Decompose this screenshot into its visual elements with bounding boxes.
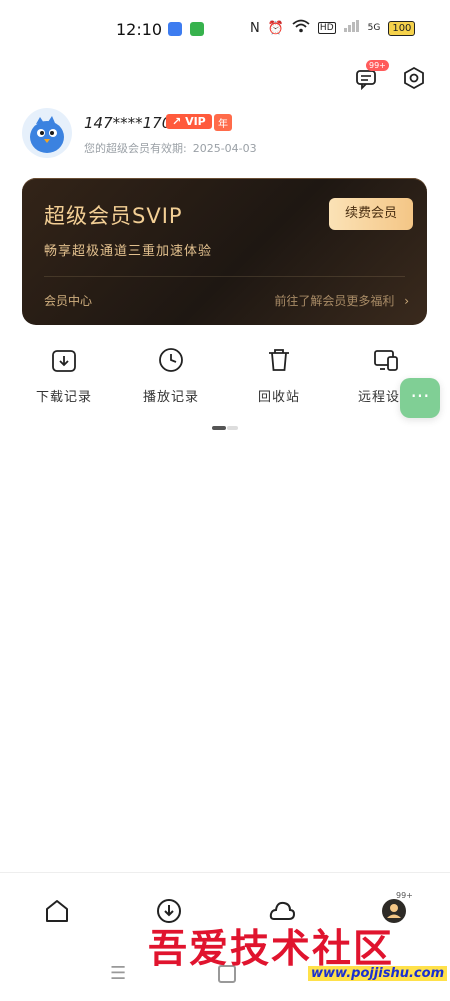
system-icons: N ⏰ HD 5G 100 [250,19,416,37]
quick-actions: 下载记录 播放记录 回收站 远程设备 [0,346,450,406]
vip-card-title: 超级会员SVIP [44,204,183,228]
page-dot [227,426,238,430]
bird-avatar-icon [30,116,64,153]
wifi-icon [292,19,310,37]
trash-icon [269,349,289,371]
vip-center-link[interactable]: 会员中心 [44,292,92,309]
status-bar: 12:10 N ⏰ HD 5G 100 [0,0,450,60]
devices-icon [374,350,398,371]
header-actions: 99+ [354,60,428,92]
signal-icon [343,20,360,36]
profile-section[interactable]: 147****170... ↗ VIP 年 您的超级会员有效期: 2025-04-… [22,108,432,160]
vpn-notification-icon [190,22,204,36]
quick-action-label: 回收站 [257,390,300,405]
status-time: 12:10 [116,20,163,39]
clock-icon [159,348,183,372]
message-button[interactable]: 99+ [354,60,389,92]
quick-recycle-bin[interactable]: 回收站 [234,346,324,405]
message-badge: 99+ [366,60,389,71]
vip-expiry: 您的超级会员有效期: 2025-04-03 [84,140,257,156]
expiry-label: 您的超级会员有效期: [84,142,187,155]
vip-card-subtitle: 畅享超极通道三重加速体验 [44,244,213,259]
watermark-url: www.pojjishu.com [308,966,448,981]
battery-icon: 100 [388,20,416,36]
hd-icon: HD [317,22,336,34]
nav-home[interactable] [43,897,71,925]
quick-action-label: 播放记录 [142,390,199,405]
vip-arrow-icon: ↗ [172,115,182,128]
vip-more-label: 前往了解会员更多福利 [274,294,395,308]
vip-card-divider [44,276,405,277]
year-badge: 年 [214,114,232,131]
vip-card[interactable]: 超级会员SVIP 畅享超极通道三重加速体验 续费会员 会员中心 前往了解会员更多… [22,178,427,325]
settings-icon [404,66,424,90]
floating-more-button[interactable]: ··· [400,378,440,418]
alarm-icon: ⏰ [267,20,284,36]
page-dot-active [212,426,226,430]
quick-download-records[interactable]: 下载记录 [19,346,109,405]
expiry-date: 2025-04-03 [192,142,257,155]
app-notification-icon [168,22,182,36]
menu-icon[interactable]: ☰ [110,963,126,984]
renew-vip-button[interactable]: 续费会员 [329,198,413,230]
vip-badge-label: VIP [185,115,206,128]
vip-badge: ↗ VIP [166,114,212,129]
nfc-icon: N [250,20,260,36]
avatar[interactable] [22,108,72,158]
vip-more-benefits-link[interactable]: 前往了解会员更多福利 › [274,292,409,309]
download-box-icon [52,350,76,372]
chevron-right-icon: › [404,294,409,308]
quick-play-history[interactable]: 播放记录 [126,346,216,405]
page-indicator [212,426,238,430]
network-type: 5G [367,23,381,33]
quick-action-label: 下载记录 [35,390,92,405]
settings-button[interactable] [402,66,428,92]
profile-badge: 99+ [396,891,413,900]
home-icon [46,900,68,922]
